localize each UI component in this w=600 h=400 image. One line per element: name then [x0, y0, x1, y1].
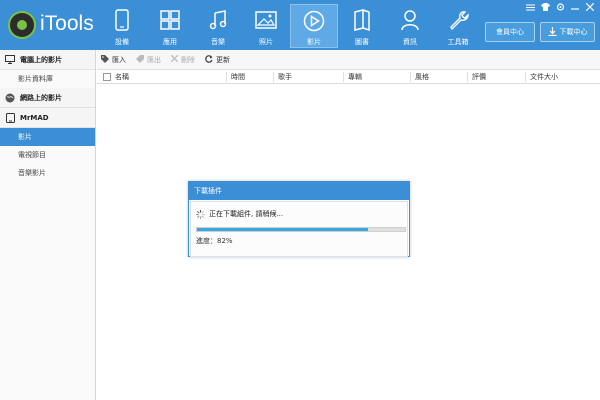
video-icon — [302, 9, 326, 32]
sidebar-section-device[interactable]: MrMAD — [0, 108, 95, 128]
nav-label: 應用 — [163, 38, 177, 46]
menu-icon[interactable] — [525, 3, 535, 11]
column-genre[interactable]: 風格 — [410, 72, 429, 82]
import-label: 匯入 — [112, 55, 126, 64]
export-button[interactable]: 匯出 — [136, 54, 161, 65]
progress-label: 進度：82% — [196, 237, 233, 245]
tag-icon — [101, 54, 109, 65]
column-album[interactable]: 專輯 — [343, 72, 362, 82]
sidebar-section-label: 網路上的影片 — [20, 93, 62, 102]
settings-icon[interactable] — [555, 3, 565, 11]
nav-apps[interactable]: 應用 — [146, 4, 194, 48]
sidebar-item-video-library[interactable]: 影片資料庫 — [0, 70, 95, 88]
device-icon — [5, 112, 15, 123]
globe-icon — [5, 93, 15, 102]
sidebar-item-tv-shows[interactable]: 電視節目 — [0, 146, 95, 164]
refresh-button[interactable]: 更新 — [205, 54, 230, 65]
column-artist[interactable]: 歌手 — [273, 72, 292, 82]
dialog-message: 正在下載組件, 請稍候... — [209, 210, 284, 218]
nav-label: 圖書 — [355, 38, 369, 46]
sidebar-section-label: 電腦上的影片 — [20, 55, 62, 64]
download-progress-bar — [196, 227, 406, 232]
device-icon — [110, 8, 134, 32]
delete-icon — [170, 54, 179, 64]
export-label: 匯出 — [147, 55, 161, 64]
column-time[interactable]: 時間 — [226, 72, 245, 82]
sidebar-section-label: MrMAD — [20, 113, 49, 122]
sidebar-item-music-videos[interactable]: 音樂影片 — [0, 164, 95, 182]
dialog-message-row: 正在下載組件, 請稍候... — [195, 209, 284, 219]
column-rating[interactable]: 評價 — [467, 72, 486, 82]
computer-icon — [5, 55, 15, 64]
nav-label: 資訊 — [403, 38, 417, 46]
delete-button[interactable]: 刪除 — [170, 54, 195, 65]
contacts-icon — [398, 8, 422, 32]
itools-logo-icon — [8, 11, 36, 39]
dialog-body: 正在下載組件, 請稍候... 進度：82% — [190, 201, 408, 257]
top-bar: iTools 設備 應用 音樂 照片 影片 圖書 資訊 工具箱 會員中心 下載中… — [0, 0, 600, 50]
delete-label: 刪除 — [181, 55, 195, 64]
download-icon — [548, 26, 557, 38]
dialog-title: 下載插件 — [189, 182, 409, 200]
table-header: 名稱 時間 歌手 專輯 風格 評價 文件大小 — [97, 70, 600, 84]
member-center-label: 會員中心 — [496, 28, 524, 36]
window-controls — [525, 3, 595, 11]
column-size[interactable]: 文件大小 — [525, 72, 558, 82]
refresh-label: 更新 — [216, 55, 230, 64]
sidebar-section-online-videos[interactable]: 網路上的影片 — [0, 88, 95, 108]
toolbar: 匯入 匯出 刪除 更新 — [97, 50, 600, 70]
download-center-button[interactable]: 下載中心 — [540, 22, 595, 42]
nav-books[interactable]: 圖書 — [338, 4, 386, 48]
member-center-button[interactable]: 會員中心 — [485, 22, 535, 42]
nav-device[interactable]: 設備 — [98, 4, 146, 48]
loading-spinner-icon — [195, 209, 206, 219]
nav-contacts[interactable]: 資訊 — [386, 4, 434, 48]
select-all-checkbox[interactable] — [103, 73, 111, 81]
apps-icon — [158, 8, 182, 32]
import-button[interactable]: 匯入 — [101, 54, 126, 65]
nav-label: 影片 — [307, 38, 321, 46]
nav-label: 照片 — [259, 38, 273, 46]
photo-icon — [254, 8, 278, 32]
music-icon — [206, 8, 230, 32]
skin-icon[interactable] — [540, 3, 550, 11]
nav-label: 工具箱 — [447, 38, 469, 46]
nav-music[interactable]: 音樂 — [194, 4, 242, 48]
sidebar-section-computer-videos[interactable]: 電腦上的影片 — [0, 50, 95, 70]
progress-fill — [197, 228, 368, 231]
book-icon — [350, 8, 374, 32]
sidebar: 電腦上的影片 影片資料庫 網路上的影片 MrMAD 影片 電視節目 音樂影片 — [0, 50, 96, 400]
close-icon[interactable] — [585, 3, 595, 11]
refresh-icon — [205, 54, 213, 65]
app-brand: iTools — [40, 12, 94, 35]
export-icon — [136, 54, 144, 65]
sidebar-item-videos[interactable]: 影片 — [0, 128, 95, 146]
nav-video[interactable]: 影片 — [290, 4, 338, 48]
nav-toolbox[interactable]: 工具箱 — [434, 4, 482, 48]
toolbox-icon — [446, 8, 470, 32]
column-name[interactable]: 名稱 — [99, 72, 129, 82]
minimize-icon[interactable] — [570, 3, 580, 11]
nav-photo[interactable]: 照片 — [242, 4, 290, 48]
download-plugin-dialog: 下載插件 正在下載組件, 請稍候... 進度：82% — [188, 181, 410, 257]
nav-label: 設備 — [115, 38, 129, 46]
nav-label: 音樂 — [211, 38, 225, 46]
column-label: 名稱 — [115, 73, 129, 81]
download-center-label: 下載中心 — [559, 28, 588, 36]
main-nav: 設備 應用 音樂 照片 影片 圖書 資訊 工具箱 — [98, 4, 482, 48]
